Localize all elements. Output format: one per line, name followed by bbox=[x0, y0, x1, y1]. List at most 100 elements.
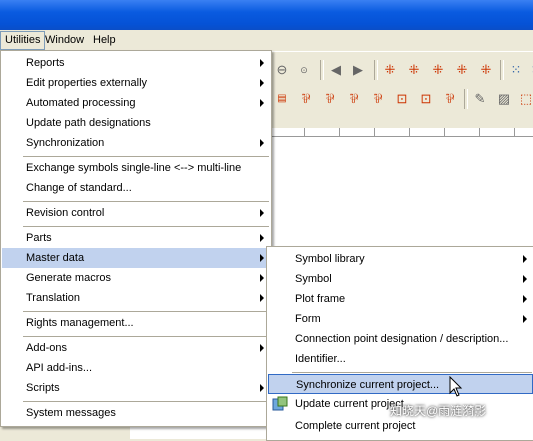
back-icon[interactable]: ◀ bbox=[326, 60, 346, 80]
symbol-grid-icon[interactable]: ⁜ bbox=[428, 60, 448, 80]
pattern-icon[interactable]: ▨ bbox=[494, 89, 514, 109]
menu-separator bbox=[23, 401, 269, 402]
toolbar-separator bbox=[374, 60, 378, 80]
grid-icon[interactable]: ⁙ bbox=[506, 60, 526, 80]
mouse-cursor-icon bbox=[449, 376, 463, 397]
menu-item-label: Generate macros bbox=[26, 272, 111, 284]
menu-item-automated-processing[interactable]: Automated processing bbox=[2, 93, 270, 113]
menu-utilities[interactable]: Utilities bbox=[0, 31, 46, 50]
edit-icon[interactable]: ✎ bbox=[470, 89, 490, 109]
watermark: 知晓天@雨涟漪影 bbox=[390, 404, 487, 418]
symbol-grid-icon[interactable]: ⁜ bbox=[380, 60, 400, 80]
menu-item-form[interactable]: Form bbox=[268, 309, 533, 329]
menu-item-edit-properties-externally[interactable]: Edit properties externally bbox=[2, 73, 270, 93]
submenu-arrow-icon bbox=[260, 99, 264, 107]
toolbar-separator bbox=[500, 60, 504, 80]
submenu-arrow-icon bbox=[260, 294, 264, 302]
menu-item-label: Master data bbox=[26, 252, 85, 264]
menu-item-label: Automated processing bbox=[26, 97, 136, 109]
menu-item-system-messages[interactable]: System messages bbox=[2, 403, 270, 423]
submenu-arrow-icon bbox=[523, 275, 527, 283]
menu-item-generate-macros[interactable]: Generate macros bbox=[2, 268, 270, 288]
symbol-grid-icon[interactable]: ⁜ bbox=[476, 60, 496, 80]
menu-separator bbox=[292, 372, 532, 373]
menu-item-master-data[interactable]: Master data bbox=[2, 248, 270, 268]
menu-item-label: Synchronization bbox=[26, 137, 105, 149]
submenu-arrow-icon bbox=[260, 384, 264, 392]
menu-item-label: Rights management... bbox=[26, 317, 134, 329]
menu-item-connection-point-designation[interactable]: Connection point designation / descripti… bbox=[268, 329, 533, 349]
toolbar-view: ⊖ ⊙ ◀ ▶ ⁜ ⁜ ⁜ ⁜ ⁜ ⁙ ⁙ bbox=[270, 57, 533, 83]
submenu-arrow-icon bbox=[260, 234, 264, 242]
menu-item-label: Edit properties externally bbox=[26, 77, 148, 89]
grid-icon[interactable]: ⁙ bbox=[526, 60, 533, 80]
menu-bar: Utilities Window Help bbox=[0, 30, 533, 52]
menu-item-complete-current-project[interactable]: Complete current project bbox=[268, 416, 533, 436]
menu-item-synchronization[interactable]: Synchronization bbox=[2, 133, 270, 153]
menu-separator bbox=[23, 311, 269, 312]
menu-item-translation[interactable]: Translation bbox=[2, 288, 270, 308]
menu-item-label: Symbol bbox=[295, 273, 332, 285]
wire-icon[interactable]: ▤ bbox=[272, 89, 292, 109]
menu-item-parts[interactable]: Parts bbox=[2, 228, 270, 248]
menu-item-label: Parts bbox=[26, 232, 52, 244]
forward-icon[interactable]: ▶ bbox=[348, 60, 368, 80]
menu-separator bbox=[23, 226, 269, 227]
menu-help[interactable]: Help bbox=[89, 32, 120, 49]
utilities-menu: Reports Edit properties externally Autom… bbox=[0, 50, 272, 427]
menu-item-label: Complete current project bbox=[295, 420, 416, 432]
menu-item-label: API add-ins... bbox=[26, 362, 93, 374]
connection-icon[interactable]: ⅌ bbox=[440, 89, 460, 109]
menu-item-label: Change of standard... bbox=[26, 182, 132, 194]
submenu-arrow-icon bbox=[260, 254, 264, 262]
menu-item-api-add-ins[interactable]: API add-ins... bbox=[2, 358, 270, 378]
zoom-100-icon[interactable]: ⊙ bbox=[294, 60, 314, 80]
menu-item-label: System messages bbox=[26, 407, 116, 419]
submenu-arrow-icon bbox=[260, 344, 264, 352]
menu-item-label: Reports bbox=[26, 57, 65, 69]
menu-item-rights-management[interactable]: Rights management... bbox=[2, 313, 270, 333]
submenu-arrow-icon bbox=[260, 274, 264, 282]
menu-item-reports[interactable]: Reports bbox=[2, 53, 270, 73]
menu-item-label: Exchange symbols single-line <--> multi-… bbox=[26, 162, 242, 174]
menu-item-identifier[interactable]: Identifier... bbox=[268, 349, 533, 369]
menu-item-label: Revision control bbox=[26, 207, 105, 219]
menu-item-plot-frame[interactable]: Plot frame bbox=[268, 289, 533, 309]
symbol-grid-icon[interactable]: ⁜ bbox=[452, 60, 472, 80]
menu-item-synchronize-current-project[interactable]: Synchronize current project... bbox=[268, 374, 533, 394]
menu-item-exchange-symbols[interactable]: Exchange symbols single-line <--> multi-… bbox=[2, 158, 270, 178]
menu-item-update-path-designations[interactable]: Update path designations bbox=[2, 113, 270, 133]
connection-icon[interactable]: ⅌ bbox=[368, 89, 388, 109]
symbol-grid-icon[interactable]: ⁜ bbox=[404, 60, 424, 80]
window-titlebar[interactable] bbox=[0, 0, 533, 30]
toolbar-connections: ▤ ⅌ ⅌ ⅌ ⅌ ⊡ ⊡ ⅌ ✎ ▨ ⬚ bbox=[270, 86, 533, 112]
menu-item-revision-control[interactable]: Revision control bbox=[2, 203, 270, 223]
connection-icon[interactable]: ⅌ bbox=[344, 89, 364, 109]
submenu-arrow-icon bbox=[260, 209, 264, 217]
connection-icon[interactable]: ⊡ bbox=[392, 89, 412, 109]
menu-separator bbox=[23, 201, 269, 202]
submenu-arrow-icon bbox=[260, 59, 264, 67]
submenu-arrow-icon bbox=[523, 255, 527, 263]
menu-item-label: Scripts bbox=[26, 382, 60, 394]
menu-item-label: Connection point designation / descripti… bbox=[295, 333, 509, 345]
menu-item-label: Add-ons bbox=[26, 342, 67, 354]
connection-icon[interactable]: ⅌ bbox=[320, 89, 340, 109]
toolbar-separator bbox=[464, 89, 468, 109]
menu-item-add-ons[interactable]: Add-ons bbox=[2, 338, 270, 358]
menu-item-change-of-standard[interactable]: Change of standard... bbox=[2, 178, 270, 198]
menu-item-label: Symbol library bbox=[295, 253, 365, 265]
menu-item-scripts[interactable]: Scripts bbox=[2, 378, 270, 398]
submenu-arrow-icon bbox=[523, 315, 527, 323]
box-icon[interactable]: ⬚ bbox=[516, 89, 533, 109]
zoom-out-icon[interactable]: ⊖ bbox=[272, 60, 292, 80]
menu-item-label: Update path designations bbox=[26, 117, 151, 129]
menu-item-label: Identifier... bbox=[295, 353, 346, 365]
submenu-arrow-icon bbox=[260, 79, 264, 87]
menu-item-symbol-library[interactable]: Symbol library bbox=[268, 249, 533, 269]
toolbar-separator bbox=[320, 60, 324, 80]
connection-icon[interactable]: ⅌ bbox=[296, 89, 316, 109]
menu-window[interactable]: Window bbox=[41, 32, 88, 49]
connection-icon[interactable]: ⊡ bbox=[416, 89, 436, 109]
menu-item-symbol[interactable]: Symbol bbox=[268, 269, 533, 289]
